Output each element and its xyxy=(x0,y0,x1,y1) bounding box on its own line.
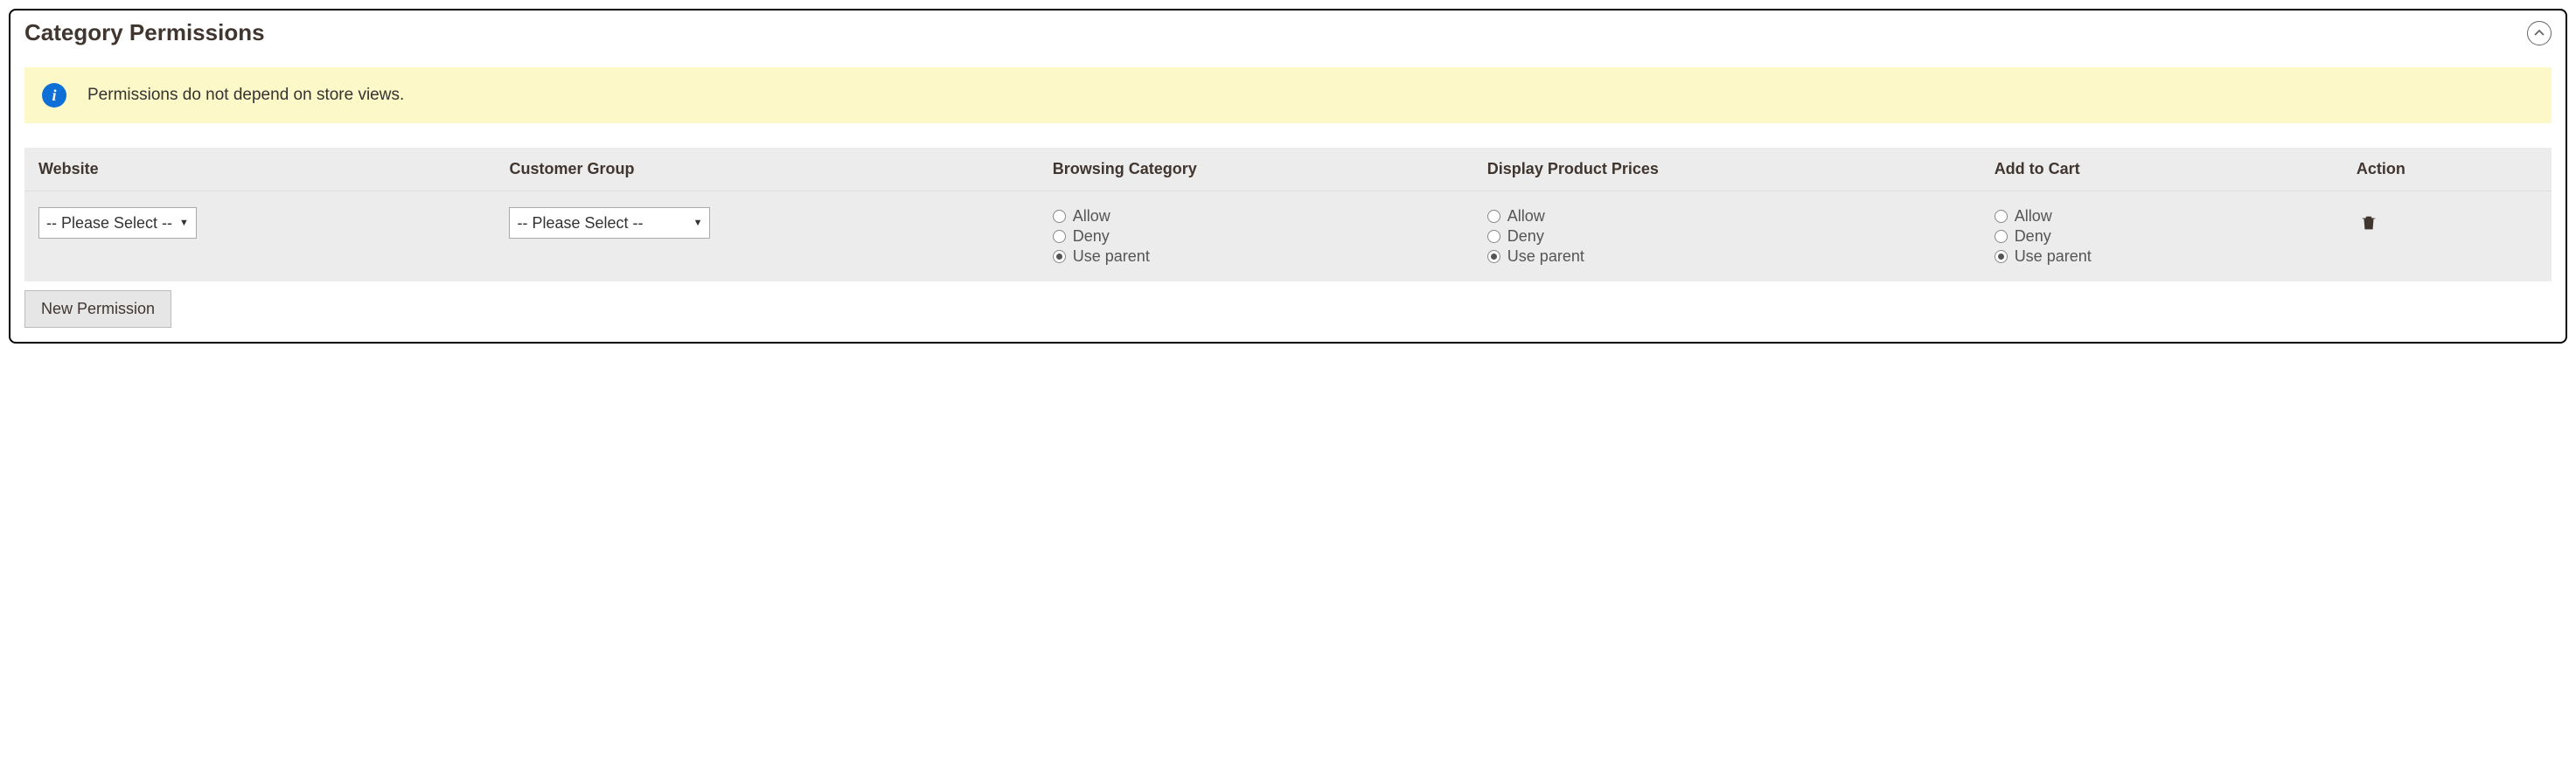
radio-label: Deny xyxy=(1507,227,1544,246)
website-select-value: -- Please Select -- xyxy=(46,214,172,233)
radio-icon xyxy=(1995,230,2008,243)
header-action: Action xyxy=(2357,160,2538,178)
info-banner: i Permissions do not depend on store vie… xyxy=(24,67,2552,123)
radio-icon xyxy=(1487,250,1500,263)
radio-label: Deny xyxy=(1073,227,1110,246)
website-select[interactable]: -- Please Select -- ▼ xyxy=(38,207,197,239)
trash-icon xyxy=(2359,213,2378,233)
header-display-prices: Display Product Prices xyxy=(1487,160,1995,178)
radio-icon xyxy=(1487,210,1500,223)
permissions-table: Website Customer Group Browsing Category… xyxy=(24,148,2552,281)
panel-title: Category Permissions xyxy=(24,19,265,46)
radio-icon xyxy=(1995,250,2008,263)
radio-label: Allow xyxy=(2015,207,2052,226)
info-icon: i xyxy=(42,83,66,108)
radio-label: Allow xyxy=(1507,207,1545,226)
permission-row: -- Please Select -- ▼ -- Please Select -… xyxy=(24,191,2552,281)
radio-label: Use parent xyxy=(1073,247,1150,266)
radio-icon xyxy=(1053,210,1066,223)
cart-deny-radio[interactable]: Deny xyxy=(1995,227,2357,246)
browsing-deny-radio[interactable]: Deny xyxy=(1053,227,1487,246)
radio-label: Use parent xyxy=(1507,247,1584,266)
new-permission-button[interactable]: New Permission xyxy=(24,290,171,328)
display-prices-radiogroup: Allow Deny Use parent xyxy=(1487,207,1995,266)
table-header-row: Website Customer Group Browsing Category… xyxy=(24,148,2552,191)
browsing-category-radiogroup: Allow Deny Use parent xyxy=(1053,207,1487,266)
radio-icon xyxy=(1053,230,1066,243)
radio-label: Allow xyxy=(1073,207,1110,226)
browsing-use-parent-radio[interactable]: Use parent xyxy=(1053,247,1487,266)
cart-use-parent-radio[interactable]: Use parent xyxy=(1995,247,2357,266)
add-to-cart-radiogroup: Allow Deny Use parent xyxy=(1995,207,2357,266)
delete-permission-button[interactable] xyxy=(2357,211,2381,235)
caret-down-icon: ▼ xyxy=(693,218,703,228)
customer-group-select[interactable]: -- Please Select -- ▼ xyxy=(509,207,710,239)
radio-label: Deny xyxy=(2015,227,2051,246)
header-add-to-cart: Add to Cart xyxy=(1995,160,2357,178)
radio-icon xyxy=(1053,250,1066,263)
header-website: Website xyxy=(38,160,509,178)
radio-label: Use parent xyxy=(2015,247,2092,266)
category-permissions-panel: Category Permissions i Permissions do no… xyxy=(9,9,2567,344)
prices-allow-radio[interactable]: Allow xyxy=(1487,207,1995,226)
radio-icon xyxy=(1487,230,1500,243)
cart-allow-radio[interactable]: Allow xyxy=(1995,207,2357,226)
radio-icon xyxy=(1995,210,2008,223)
info-text: Permissions do not depend on store views… xyxy=(87,86,404,105)
header-browsing-category: Browsing Category xyxy=(1053,160,1487,178)
browsing-allow-radio[interactable]: Allow xyxy=(1053,207,1487,226)
customer-group-select-value: -- Please Select -- xyxy=(517,214,643,233)
header-customer-group: Customer Group xyxy=(509,160,1052,178)
panel-header: Category Permissions xyxy=(24,19,2552,46)
chevron-up-icon xyxy=(2534,28,2545,38)
prices-deny-radio[interactable]: Deny xyxy=(1487,227,1995,246)
caret-down-icon: ▼ xyxy=(179,218,189,228)
prices-use-parent-radio[interactable]: Use parent xyxy=(1487,247,1995,266)
collapse-button[interactable] xyxy=(2527,21,2552,45)
